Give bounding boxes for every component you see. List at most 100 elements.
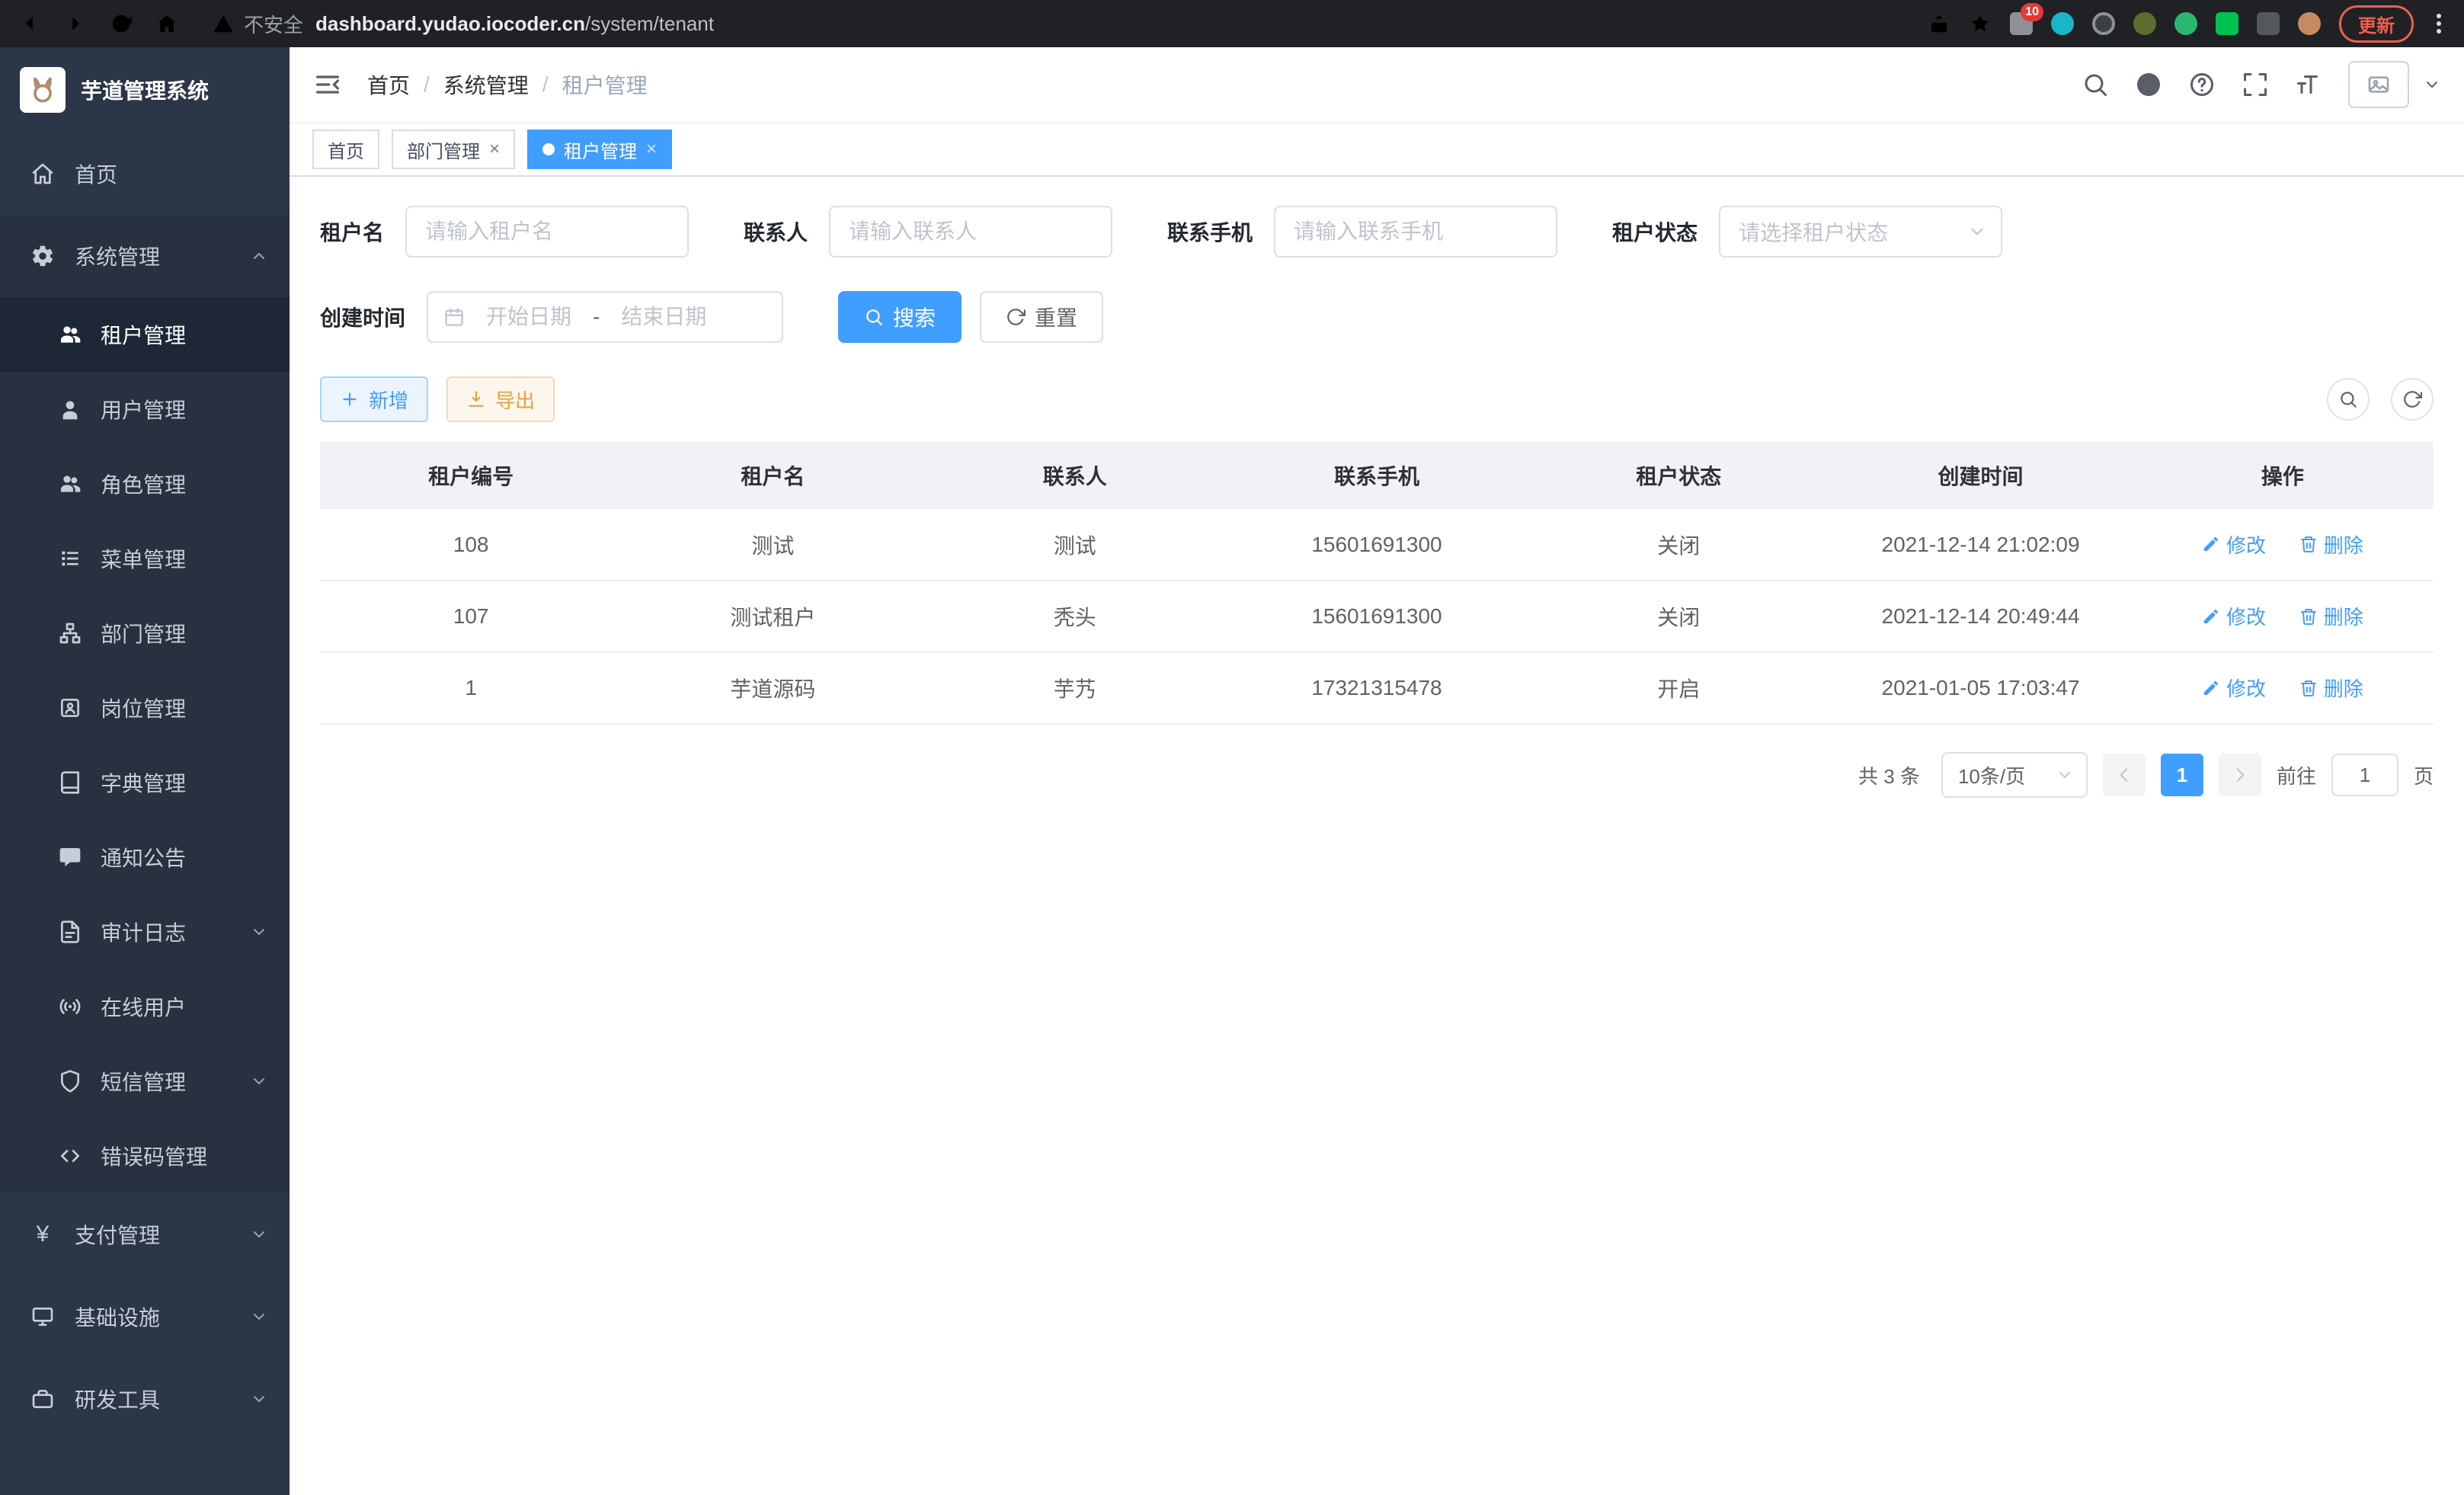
table-row: 107 测试租户 秃头 15601691300 关闭 2021-12-14 20… xyxy=(320,581,2434,652)
security-label: 不安全 xyxy=(244,10,303,38)
browser-forward-icon[interactable] xyxy=(64,12,87,35)
extension-icon-1[interactable]: 10 xyxy=(2010,12,2033,35)
sidebar-fold-icon[interactable] xyxy=(312,69,343,100)
refresh-table-button[interactable] xyxy=(2391,378,2434,421)
reset-button[interactable]: 重置 xyxy=(980,291,1103,343)
delete-link[interactable]: 删除 xyxy=(2299,602,2363,630)
extension-puzzle-icon[interactable] xyxy=(2257,12,2280,35)
sidebar-item-devtools[interactable]: 研发工具 xyxy=(0,1358,290,1440)
tab-tenant[interactable]: 租户管理 × xyxy=(527,130,672,169)
mobile-label: 联系手机 xyxy=(1167,216,1253,247)
browser-reload-icon[interactable] xyxy=(110,12,133,35)
logo[interactable]: 芋道管理系统 xyxy=(0,47,290,133)
github-icon[interactable] xyxy=(2135,71,2162,98)
chevron-down-icon xyxy=(250,923,268,941)
sidebar-item-home[interactable]: 首页 xyxy=(0,133,290,215)
sidebar-item-tenant[interactable]: 租户管理 xyxy=(0,297,290,372)
menu-list-icon xyxy=(58,546,82,571)
browser-profile-avatar[interactable] xyxy=(2298,12,2321,35)
chevron-down-icon xyxy=(250,1072,268,1090)
sidebar-item-error-code[interactable]: 错误码管理 xyxy=(0,1119,290,1193)
edit-link[interactable]: 修改 xyxy=(2202,530,2266,559)
sidebar-item-notice[interactable]: 通知公告 xyxy=(0,820,290,895)
chrome-update-button[interactable]: 更新 xyxy=(2339,5,2414,43)
fullscreen-icon[interactable] xyxy=(2242,71,2269,98)
sidebar-item-system[interactable]: 系统管理 xyxy=(0,215,290,297)
avatar-caret-icon[interactable] xyxy=(2423,75,2441,94)
export-button[interactable]: 导出 xyxy=(446,376,555,422)
extension-icon-6[interactable] xyxy=(2216,12,2238,35)
chevron-up-icon xyxy=(250,247,268,265)
extension-icon-4[interactable] xyxy=(2133,12,2156,35)
prev-page-button[interactable] xyxy=(2103,754,2146,796)
logo-image xyxy=(20,67,66,113)
sidebar-item-online-user[interactable]: 在线用户 xyxy=(0,969,290,1044)
page-size-select[interactable]: 10条/页 xyxy=(1941,752,2088,798)
add-button[interactable]: 新增 xyxy=(320,376,428,422)
extension-icon-3[interactable] xyxy=(2092,12,2115,35)
active-dot xyxy=(542,143,555,155)
url-path: /system/tenant xyxy=(585,12,714,35)
tenant-name-input[interactable] xyxy=(405,206,689,258)
browser-menu-icon[interactable] xyxy=(2432,14,2446,34)
sidebar-item-user[interactable]: 用户管理 xyxy=(0,372,290,447)
share-icon[interactable] xyxy=(1928,12,1950,35)
avatar[interactable] xyxy=(2348,61,2409,108)
date-start-input[interactable] xyxy=(472,305,585,329)
contact-input[interactable] xyxy=(829,206,1112,258)
edit-link[interactable]: 修改 xyxy=(2202,674,2266,702)
browser-back-icon[interactable] xyxy=(18,12,41,35)
sidebar-item-infra[interactable]: 基础设施 xyxy=(0,1276,290,1358)
edit-link[interactable]: 修改 xyxy=(2202,602,2266,630)
delete-link[interactable]: 删除 xyxy=(2299,674,2363,702)
status-badge: 关闭 xyxy=(1528,509,1829,581)
bookmark-star-icon[interactable] xyxy=(1969,12,1992,35)
breadcrumb-current: 租户管理 xyxy=(562,69,648,100)
gear-icon xyxy=(30,244,55,268)
font-size-icon[interactable] xyxy=(2295,71,2322,98)
date-range-picker[interactable]: - xyxy=(427,291,783,343)
tab-dept[interactable]: 部门管理 × xyxy=(392,130,515,169)
search-icon[interactable] xyxy=(2082,71,2109,98)
close-icon[interactable]: × xyxy=(646,140,657,158)
status-select[interactable]: 请选择租户状态 xyxy=(1719,206,2002,258)
system-submenu: 租户管理 用户管理 角色管理 菜单管理 部门管理 岗位管理 xyxy=(0,297,290,1193)
address-bar[interactable]: 不安全 dashboard.yudao.iocoder.cn/system/te… xyxy=(190,10,1915,38)
sidebar-item-post[interactable]: 岗位管理 xyxy=(0,671,290,745)
breadcrumb-home[interactable]: 首页 xyxy=(367,69,410,100)
col-header-id: 租户编号 xyxy=(320,442,622,509)
delete-link[interactable]: 删除 xyxy=(2299,530,2363,559)
sidebar-item-pay[interactable]: ¥ 支付管理 xyxy=(0,1193,290,1276)
date-end-input[interactable] xyxy=(607,305,720,329)
sidebar-item-role[interactable]: 角色管理 xyxy=(0,447,290,521)
search-button[interactable]: 搜索 xyxy=(838,291,962,343)
help-icon[interactable] xyxy=(2188,71,2216,98)
shield-icon xyxy=(58,1069,82,1093)
col-header-status: 租户状态 xyxy=(1528,442,1829,509)
mobile-input[interactable] xyxy=(1274,206,1557,258)
sidebar-item-dept[interactable]: 部门管理 xyxy=(0,596,290,671)
contact-label: 联系人 xyxy=(744,216,808,247)
extension-icon-5[interactable] xyxy=(2174,12,2197,35)
col-header-contact: 联系人 xyxy=(924,442,1226,509)
tab-home[interactable]: 首页 xyxy=(312,130,379,169)
status-badge: 开启 xyxy=(1528,652,1829,724)
sidebar: 芋道管理系统 首页 系统管理 租户管理 用户管理 角色管理 xyxy=(0,47,290,1495)
next-page-button[interactable] xyxy=(2219,754,2261,796)
breadcrumb-system[interactable]: 系统管理 xyxy=(443,69,529,100)
browser-home-icon[interactable] xyxy=(155,12,178,35)
goto-page-input[interactable] xyxy=(2331,754,2398,796)
toggle-search-button[interactable] xyxy=(2327,378,2370,421)
sidebar-item-menu[interactable]: 菜单管理 xyxy=(0,521,290,596)
sidebar-item-audit-log[interactable]: 审计日志 xyxy=(0,895,290,969)
logo-title: 芋道管理系统 xyxy=(81,75,209,105)
close-icon[interactable]: × xyxy=(489,140,500,158)
sidebar-item-dict[interactable]: 字典管理 xyxy=(0,745,290,820)
url-text: dashboard.yudao.iocoder.cn/system/tenant xyxy=(315,12,714,36)
sidebar-item-sms[interactable]: 短信管理 xyxy=(0,1044,290,1119)
breadcrumb: 首页 / 系统管理 / 租户管理 xyxy=(367,69,648,100)
page-number-button[interactable]: 1 xyxy=(2161,754,2203,796)
edit-icon xyxy=(2202,679,2220,697)
chevron-down-icon xyxy=(250,1225,268,1244)
extension-icon-2[interactable] xyxy=(2051,12,2074,35)
